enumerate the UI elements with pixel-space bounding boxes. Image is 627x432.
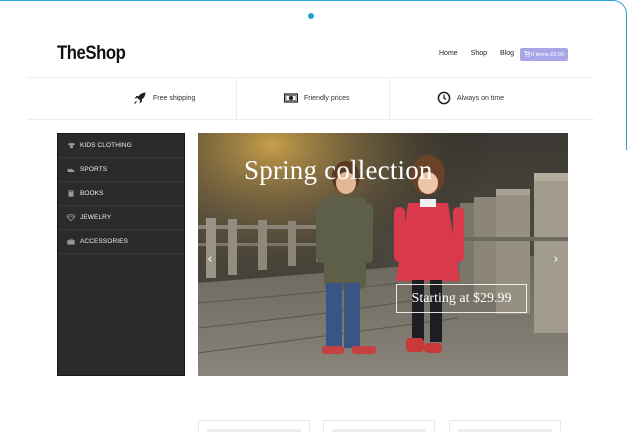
nav-blog[interactable]: Blog xyxy=(500,50,514,57)
frame-gap xyxy=(623,150,627,432)
cart-label: 0 items £0.00 xyxy=(530,51,565,58)
shirt-icon xyxy=(67,142,75,150)
sidebar-item-label: ACCESSORIES xyxy=(80,238,129,245)
feature-always-on-time: Always on time xyxy=(437,91,504,105)
slider-prev-button[interactable]: ‹ xyxy=(204,253,216,267)
shoe-icon xyxy=(67,166,75,174)
feature-separator xyxy=(389,78,390,119)
nav-shop[interactable]: Shop xyxy=(471,50,487,57)
rocket-icon xyxy=(133,91,147,105)
hero-price-cta[interactable]: Starting at $29.99 xyxy=(396,284,527,313)
hero-slider[interactable]: Spring collection Starting at $29.99 ‹ › xyxy=(198,133,568,376)
main-nav: Home Shop Blog xyxy=(439,50,527,57)
product-card[interactable] xyxy=(449,420,561,432)
camera-dot xyxy=(308,13,314,19)
product-card[interactable] xyxy=(198,420,310,432)
sidebar-item-kids-clothing[interactable]: KIDS CLOTHING xyxy=(58,134,184,158)
site-logo[interactable]: TheShop xyxy=(57,43,126,65)
feature-label: Always on time xyxy=(457,94,505,102)
sidebar-item-books[interactable]: BOOKS xyxy=(58,182,184,206)
sidebar-item-label: SPORTS xyxy=(80,166,108,173)
banknote-icon xyxy=(283,91,299,105)
category-sidebar: KIDS CLOTHING SPORTS BOOKS JEWELRY ACCES… xyxy=(57,133,185,376)
product-card[interactable] xyxy=(323,420,435,432)
sidebar-item-label: JEWELRY xyxy=(80,214,112,221)
hero-title: Spring collection xyxy=(244,155,433,185)
book-icon xyxy=(67,190,75,198)
sidebar-item-jewelry[interactable]: JEWELRY xyxy=(58,206,184,230)
sidebar-item-sports[interactable]: SPORTS xyxy=(58,158,184,182)
bag-icon xyxy=(67,238,75,246)
divider-bottom xyxy=(27,119,594,120)
cart-icon xyxy=(523,50,531,59)
feature-free-shipping: Free shipping xyxy=(133,91,195,105)
feature-label: Free shipping xyxy=(153,94,196,102)
sidebar-item-label: BOOKS xyxy=(80,190,104,197)
diamond-icon xyxy=(67,214,75,222)
slider-next-button[interactable]: › xyxy=(550,253,562,267)
sidebar-item-label: KIDS CLOTHING xyxy=(80,142,132,149)
cart-button[interactable]: 0 items £0.00 xyxy=(520,48,568,61)
feature-label: Friendly prices xyxy=(304,94,350,102)
nav-home[interactable]: Home xyxy=(439,50,458,57)
feature-separator xyxy=(236,78,237,119)
clock-icon xyxy=(437,91,451,105)
sidebar-item-accessories[interactable]: ACCESSORIES xyxy=(58,230,184,254)
feature-friendly-prices: Friendly prices xyxy=(283,91,350,105)
divider-top xyxy=(27,77,594,78)
